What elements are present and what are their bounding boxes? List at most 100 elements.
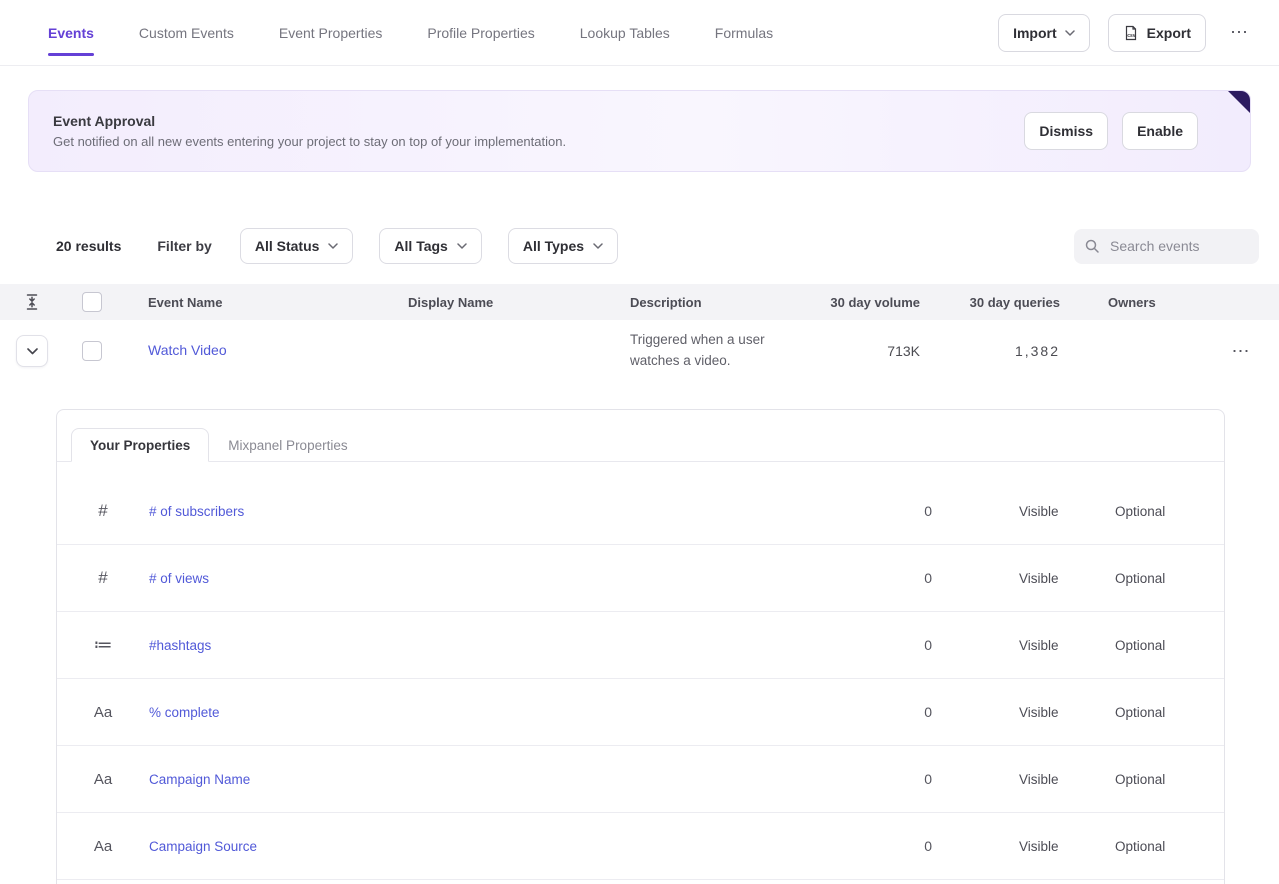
nav-tab-formulas[interactable]: Formulas (715, 0, 773, 65)
tab-mixpanel-properties[interactable]: Mixpanel Properties (209, 428, 366, 462)
banner-description: Get notified on all new events entering … (53, 134, 566, 149)
property-count: 0 (832, 838, 932, 854)
search-icon (1084, 238, 1100, 254)
nav-tab-event-properties[interactable]: Event Properties (279, 0, 383, 65)
text-type-icon: Aa (57, 838, 149, 855)
row-checkbox[interactable] (82, 341, 102, 361)
column-header: Owners (1060, 295, 1203, 310)
property-count: 0 (832, 503, 932, 519)
nav-tab-lookup-tables[interactable]: Lookup Tables (580, 0, 670, 65)
property-count: 0 (832, 771, 932, 787)
event-name-link[interactable]: Watch Video (148, 342, 227, 358)
import-button-label: Import (1013, 25, 1057, 41)
property-count: 0 (832, 570, 932, 586)
filter-dropdown-all-status[interactable]: All Status (240, 228, 354, 264)
nav-tab-events[interactable]: Events (48, 0, 94, 65)
nav-tabs: Events Custom Events Event Properties Pr… (48, 0, 773, 65)
event-volume: 713K (810, 343, 920, 359)
properties-list: # # of subscribers 0 Visible Optional # … (57, 462, 1224, 880)
column-header: 30 day queries (920, 295, 1060, 310)
property-requirement[interactable]: Optional (1105, 839, 1224, 854)
property-visibility[interactable]: Visible (932, 705, 1105, 720)
select-all-checkbox[interactable] (82, 292, 102, 312)
chevron-down-icon (593, 243, 603, 249)
property-requirement[interactable]: Optional (1105, 705, 1224, 720)
banner-text: Event Approval Get notified on all new e… (53, 113, 566, 149)
search-input[interactable] (1108, 237, 1249, 255)
export-csv-icon: csv (1123, 25, 1139, 41)
number-type-icon: # (57, 568, 149, 588)
banner-title: Event Approval (53, 113, 566, 129)
column-header: Display Name (400, 295, 620, 310)
events-table-header: Event Name Display Name Description 30 d… (0, 284, 1279, 320)
property-requirement[interactable]: Optional (1105, 772, 1224, 787)
banner-actions: Dismiss Enable (1024, 112, 1198, 150)
property-name-link[interactable]: # of views (149, 571, 832, 586)
export-button[interactable]: csv Export (1108, 14, 1206, 52)
nav-tab-profile-properties[interactable]: Profile Properties (427, 0, 534, 65)
select-all-cell (64, 292, 120, 312)
event-queries: 1,382 (920, 343, 1060, 359)
property-visibility[interactable]: Visible (932, 839, 1105, 854)
property-row: Aa Campaign Source 0 Visible Optional (57, 813, 1224, 880)
nav-actions: Import csv Export ⋯ (998, 14, 1255, 52)
row-more-icon[interactable]: ⋯ (1226, 337, 1257, 366)
filter-bar: 20 results Filter by All Status All Tags… (56, 227, 1259, 265)
property-name-link[interactable]: Campaign Source (149, 839, 832, 854)
svg-text:csv: csv (1127, 33, 1136, 39)
text-type-icon: Aa (57, 771, 149, 788)
collapse-all-cell (0, 294, 64, 310)
property-visibility[interactable]: Visible (932, 571, 1105, 586)
column-header: 30 day volume (810, 295, 920, 310)
properties-tabs: Your Properties Mixpanel Properties (57, 410, 1224, 462)
lexicon-events-page: Events Custom Events Event Properties Pr… (0, 0, 1279, 884)
column-header: Event Name (120, 295, 400, 310)
property-count: 0 (832, 637, 932, 653)
property-row: Aa % complete 0 Visible Optional (57, 679, 1224, 746)
filter-dropdown-all-tags[interactable]: All Tags (379, 228, 481, 264)
number-type-icon: # (57, 501, 149, 521)
property-visibility[interactable]: Visible (932, 638, 1105, 653)
property-name-link[interactable]: #hashtags (149, 638, 832, 653)
event-table-row: Watch Video Triggered when a user watche… (0, 320, 1279, 382)
dismiss-button[interactable]: Dismiss (1024, 112, 1108, 150)
row-select-cell (64, 341, 120, 361)
property-requirement[interactable]: Optional (1105, 571, 1224, 586)
property-row: # # of subscribers 0 Visible Optional (57, 478, 1224, 545)
text-type-icon: Aa (57, 704, 149, 721)
property-row: Aa Campaign Name 0 Visible Optional (57, 746, 1224, 813)
column-header: Description (620, 295, 810, 310)
import-button[interactable]: Import (998, 14, 1090, 52)
property-visibility[interactable]: Visible (932, 772, 1105, 787)
row-expander-cell (0, 335, 64, 367)
row-menu-cell: ⋯ (1203, 337, 1279, 366)
tab-your-properties[interactable]: Your Properties (71, 428, 209, 462)
filter-dropdown-label: All Types (523, 238, 584, 254)
event-name-cell: Watch Video (120, 342, 400, 360)
chevron-down-icon (457, 243, 467, 249)
property-row: # # of views 0 Visible Optional (57, 545, 1224, 612)
chevron-down-icon (328, 243, 338, 249)
nav-more-icon[interactable]: ⋯ (1224, 18, 1255, 47)
export-button-label: Export (1147, 25, 1191, 41)
property-row: ≔ #hashtags 0 Visible Optional (57, 612, 1224, 679)
property-requirement[interactable]: Optional (1105, 504, 1224, 519)
property-requirement[interactable]: Optional (1105, 638, 1224, 653)
filter-by-label: Filter by (157, 238, 211, 254)
search-box (1074, 229, 1259, 264)
collapse-all-icon[interactable] (25, 294, 39, 310)
event-description: Triggered when a user watches a video. (620, 330, 810, 372)
collapse-row-button[interactable] (16, 335, 48, 367)
filter-dropdown-label: All Status (255, 238, 320, 254)
nav-tab-custom-events[interactable]: Custom Events (139, 0, 234, 65)
property-name-link[interactable]: # of subscribers (149, 504, 832, 519)
banner-corner-decoration (1228, 91, 1250, 113)
property-name-link[interactable]: % complete (149, 705, 832, 720)
list-type-icon: ≔ (57, 634, 149, 657)
property-visibility[interactable]: Visible (932, 504, 1105, 519)
filter-dropdown-all-types[interactable]: All Types (508, 228, 618, 264)
filter-dropdown-label: All Tags (394, 238, 447, 254)
top-navigation: Events Custom Events Event Properties Pr… (0, 0, 1279, 66)
enable-button[interactable]: Enable (1122, 112, 1198, 150)
property-name-link[interactable]: Campaign Name (149, 772, 832, 787)
